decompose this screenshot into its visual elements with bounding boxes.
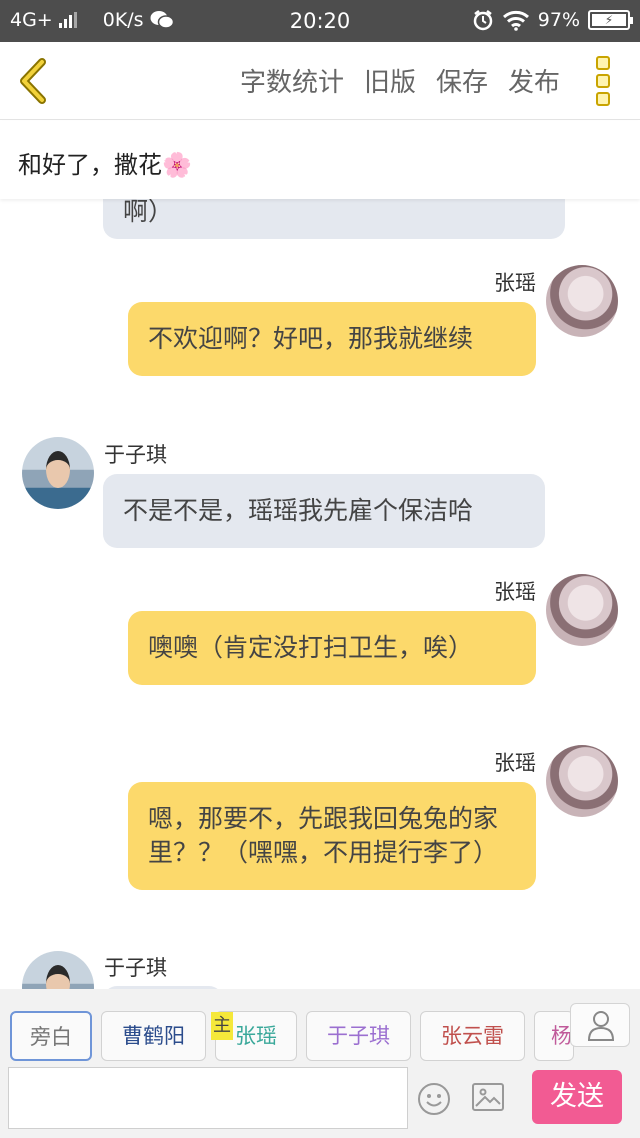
send-button[interactable]: 发送	[532, 1070, 622, 1124]
image-button[interactable]	[472, 1083, 504, 1111]
sender-name: 张瑶	[494, 580, 536, 604]
sender-name: 张瑶	[494, 751, 536, 775]
role-chip[interactable]: 杨	[534, 1011, 574, 1061]
story-title-bar: 和好了，撒花🌸	[0, 121, 640, 199]
avatar[interactable]	[22, 951, 94, 989]
host-badge: 主	[211, 1012, 233, 1040]
message-bubble[interactable]: 不是不是，瑶瑶我先雇个保洁哈	[103, 474, 545, 548]
role-chip-narrator[interactable]: 旁白	[10, 1011, 92, 1061]
image-icon	[475, 1088, 501, 1107]
message-bubble[interactable]: 不欢迎啊？好吧，那我就继续	[128, 302, 536, 376]
message-bubble[interactable]: 嗯，那要不，先跟我回兔兔的家里？？（嘿嘿，不用提行李了）	[128, 782, 536, 890]
message-text: 不欢迎啊？好吧，那我就继续	[148, 324, 474, 353]
message-text: 嗯，那要不，先跟我回兔兔的家里？？（嘿嘿，不用提行李了）	[148, 804, 499, 867]
person-icon	[587, 1011, 615, 1041]
battery-icon: ⚡	[588, 10, 633, 30]
back-button[interactable]	[14, 58, 54, 104]
message-input[interactable]	[8, 1067, 408, 1129]
role-chip[interactable]: 于子琪	[306, 1011, 411, 1061]
message-bubble[interactable]: 噢噢（肯定没打扫卫生，唉）	[128, 611, 536, 685]
more-menu-button[interactable]	[596, 56, 614, 106]
editor-header: 字数统计 旧版 保存 发布	[0, 42, 640, 120]
role-chip[interactable]: 曹鹤阳	[101, 1011, 206, 1061]
old-version-button[interactable]: 旧版	[364, 62, 416, 99]
wifi-icon	[502, 10, 529, 31]
word-count-button[interactable]: 字数统计	[240, 62, 344, 99]
avatar[interactable]	[546, 745, 618, 817]
chat-list[interactable]: 啊） 张瑶 不欢迎啊？好吧，那我就继续 于子琪 不是不是，瑶瑶我先雇个保洁哈 张…	[0, 199, 640, 989]
input-bar: 发送	[0, 1061, 640, 1138]
alarm-icon	[473, 10, 493, 31]
avatar[interactable]	[546, 265, 618, 337]
message-text: 不是不是，瑶瑶我先雇个保洁哈	[123, 496, 474, 525]
publish-button[interactable]: 发布	[508, 62, 560, 99]
more-dot-icon	[596, 56, 610, 70]
message-text: 噢噢（肯定没打扫卫生，唉）	[148, 633, 474, 662]
status-bar: 4G+ 0K/s 20:20 97% ⚡	[0, 0, 640, 42]
save-button[interactable]: 保存	[436, 62, 488, 99]
smile-icon	[426, 1094, 442, 1107]
story-title: 和好了，撒花🌸	[18, 151, 192, 179]
more-dot-icon	[596, 74, 610, 88]
sender-name: 于子琪	[104, 443, 167, 467]
sender-name: 张瑶	[494, 271, 536, 295]
sender-name: 于子琪	[104, 956, 167, 980]
back-arrow-icon	[20, 58, 46, 104]
role-chip[interactable]: 张云雷	[420, 1011, 525, 1061]
message-bubble[interactable]: 啊）	[103, 199, 565, 239]
battery-percent: 97%	[537, 9, 580, 31]
avatar[interactable]	[546, 574, 618, 646]
role-selector: 旁白 曹鹤阳 张瑶 于子琪 张云雷 杨	[0, 989, 640, 1061]
more-dot-icon	[596, 92, 610, 106]
emoji-button[interactable]	[418, 1083, 450, 1115]
character-manager-button[interactable]	[570, 1003, 630, 1047]
message-text: 啊）	[123, 199, 174, 226]
avatar[interactable]	[22, 437, 94, 509]
